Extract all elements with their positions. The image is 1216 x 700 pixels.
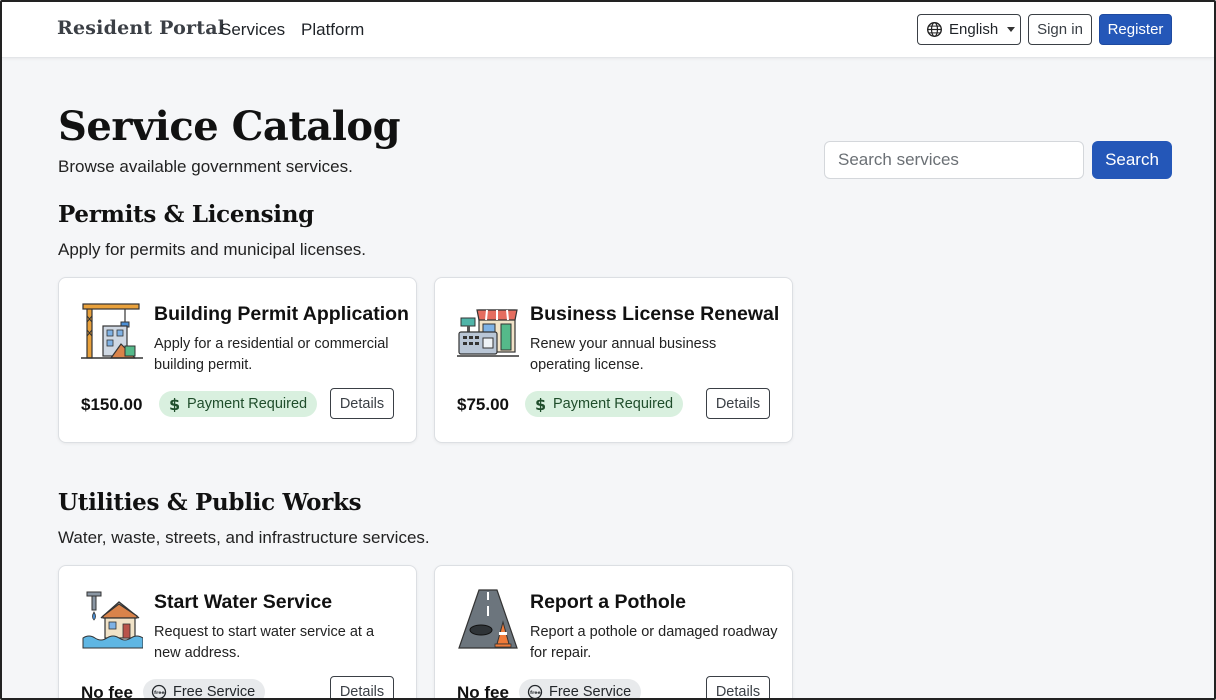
card-description: Request to start water service at a new … [154,624,375,661]
dollar-icon: $ [167,396,181,412]
service-card-water-service: Start Water Service Request to start wat… [58,565,417,700]
free-icon: free [527,684,543,698]
page-subtitle: Browse available government services. [58,157,353,176]
page-title: Service Catalog [58,103,401,150]
app-frame: Resident Portal Services Platform Englis… [0,0,1216,700]
road-pothole-icon [458,589,518,649]
section-desc-permits: Apply for permits and municipal licenses… [58,240,367,259]
sign-in-button[interactable]: Sign in [1028,14,1092,45]
section-desc-utilities: Water, waste, streets, and infrastructur… [58,528,430,547]
free-service-badge: free Free Service [143,679,266,700]
card-title[interactable]: Building Permit Application [154,303,409,326]
storefront-register-icon [457,309,519,357]
card-title[interactable]: Start Water Service [154,591,332,614]
details-button[interactable]: Details [706,676,770,698]
globe-icon [927,22,942,37]
badge-label: Payment Required [553,396,674,412]
svg-text:free: free [530,690,541,696]
service-card-business-license: Business License Renewal Renew your annu… [434,277,793,443]
construction-crane-icon [81,303,143,359]
caret-down-icon [1007,27,1016,32]
details-button[interactable]: Details [330,388,394,419]
badge-label: Payment Required [187,396,308,412]
card-description: Report a pothole or damaged roadway for … [530,624,778,661]
badge-label: Free Service [173,684,256,700]
search-input[interactable] [824,141,1084,179]
card-price: $75.00 [457,395,509,414]
water-house-icon [82,591,143,649]
payment-required-badge: $ Payment Required [159,391,318,417]
card-title[interactable]: Report a Pothole [530,591,686,614]
card-description: Apply for a residential or commercial bu… [154,336,389,373]
payment-required-badge: $ Payment Required [525,391,684,417]
card-price: $150.00 [81,395,143,414]
service-card-report-pothole: Report a Pothole Report a pothole or dam… [434,565,793,700]
svg-text:$: $ [169,396,180,412]
language-label: English [949,21,999,38]
badge-label: Free Service [549,684,632,700]
details-button[interactable]: Details [706,388,770,419]
svg-text:$: $ [535,396,546,412]
top-navbar: Resident Portal Services Platform Englis… [2,2,1214,58]
language-dropdown[interactable]: English [917,14,1021,45]
card-price: No fee [81,683,133,700]
register-button[interactable]: Register [1099,14,1172,45]
card-description: Renew your annual business operating lic… [530,336,717,373]
nav-link-services[interactable]: Services [220,20,285,40]
nav-link-platform[interactable]: Platform [301,20,364,40]
section-title-utilities: Utilities & Public Works [58,489,362,516]
details-button[interactable]: Details [330,676,394,698]
free-service-badge: free Free Service [519,679,642,700]
svg-text:free: free [154,690,165,696]
dollar-icon: $ [533,396,547,412]
service-card-building-permit: Building Permit Application Apply for a … [58,277,417,443]
section-title-permits: Permits & Licensing [58,201,314,228]
brand-logo[interactable]: Resident Portal [57,17,225,39]
free-icon: free [151,684,167,698]
card-price: No fee [457,683,509,700]
search-button[interactable]: Search [1092,141,1172,179]
card-title[interactable]: Business License Renewal [530,303,779,326]
